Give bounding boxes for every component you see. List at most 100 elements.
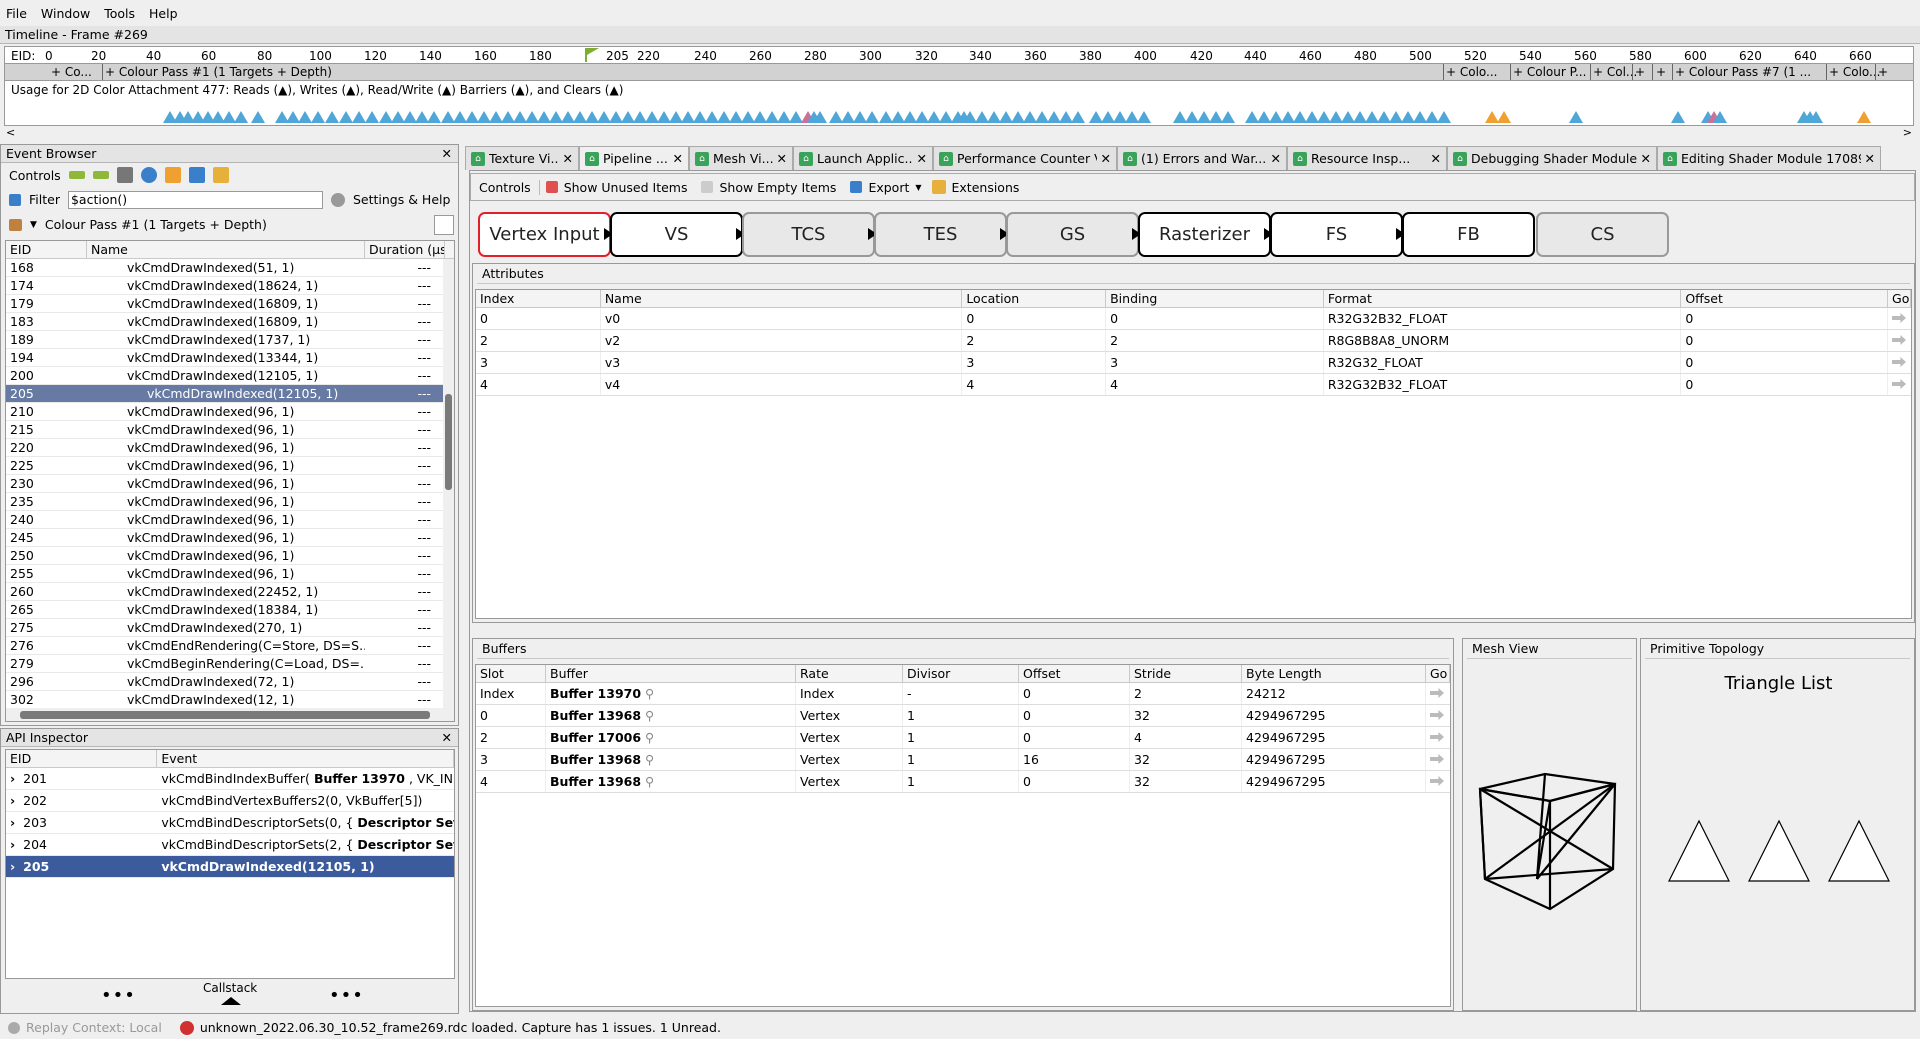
go-arrow-icon[interactable] bbox=[1892, 357, 1907, 367]
col-name[interactable]: Name bbox=[87, 241, 365, 258]
pass-label[interactable]: + Colo... bbox=[1446, 65, 1498, 79]
link-icon[interactable]: ⚲ bbox=[645, 730, 654, 745]
chevron-right-icon[interactable]: › bbox=[10, 771, 15, 786]
document-tab[interactable]: ⌂ Resource Insp... ✕ bbox=[1287, 146, 1447, 170]
buffer-col-header[interactable]: Buffer bbox=[546, 665, 796, 682]
stage-gs[interactable]: GS bbox=[1006, 212, 1139, 257]
go-arrow-icon[interactable] bbox=[1430, 776, 1444, 786]
attr-col-header[interactable]: Format bbox=[1324, 290, 1682, 307]
sun-icon[interactable] bbox=[164, 167, 181, 183]
table-row[interactable]: 225 vkCmdDrawIndexed(96, 1) --- bbox=[6, 457, 454, 475]
table-row[interactable]: 183 vkCmdDrawIndexed(16809, 1) --- bbox=[6, 313, 454, 331]
error-icon[interactable] bbox=[179, 1020, 194, 1035]
scroll-right-icon[interactable]: > bbox=[1903, 126, 1912, 139]
attr-col-header[interactable]: Go bbox=[1888, 290, 1911, 307]
attr-col-header[interactable]: Binding bbox=[1106, 290, 1324, 307]
table-row[interactable]: 279 vkCmdBeginRendering(C=Load, DS=... --- bbox=[6, 655, 454, 673]
document-tab[interactable]: ⌂ Texture Vi... ✕ bbox=[465, 146, 579, 170]
gear-icon[interactable] bbox=[330, 192, 345, 207]
table-row[interactable]: Index Buffer 13970 ⚲ Index - 0 2 24212 bbox=[476, 683, 1450, 705]
api-object-ref[interactable]: Descriptor Set bbox=[357, 837, 454, 852]
status-message[interactable]: unknown_2022.06.30_10.52_frame269.rdc lo… bbox=[200, 1020, 721, 1035]
go-arrow-icon[interactable] bbox=[1892, 313, 1907, 323]
event-table-vscroll[interactable] bbox=[443, 259, 454, 709]
table-row[interactable]: 230 vkCmdDrawIndexed(96, 1) --- bbox=[6, 475, 454, 493]
go-arrow-icon[interactable] bbox=[1430, 710, 1444, 720]
stage-fb[interactable]: FB bbox=[1402, 212, 1535, 257]
table-row[interactable]: 3 v3 3 3 R32G32_FLOAT 0 bbox=[476, 352, 1911, 374]
pass-label[interactable]: + bbox=[1878, 65, 1888, 79]
table-row[interactable]: 210 vkCmdDrawIndexed(96, 1) --- bbox=[6, 403, 454, 421]
stage-cs[interactable]: CS bbox=[1536, 212, 1669, 257]
buffer-col-header[interactable]: Stride bbox=[1130, 665, 1242, 682]
document-tab[interactable]: ⌂ Performance Counter Vi... ✕ bbox=[933, 146, 1117, 170]
table-row[interactable]: 276 vkCmdEndRendering(C=Store, DS=S... --- bbox=[6, 637, 454, 655]
go-arrow-icon[interactable] bbox=[1892, 379, 1907, 389]
show-unused-toggle[interactable]: Show Unused Items bbox=[564, 180, 688, 195]
go-arrow-icon[interactable] bbox=[1430, 732, 1444, 742]
close-icon[interactable]: ✕ bbox=[1865, 151, 1875, 166]
table-row[interactable]: 220 vkCmdDrawIndexed(96, 1) --- bbox=[6, 439, 454, 457]
export-button[interactable]: Export bbox=[868, 180, 909, 195]
stage-fs[interactable]: FS bbox=[1270, 212, 1403, 257]
pass-label[interactable]: + Col... bbox=[1593, 65, 1637, 79]
table-row[interactable]: 0 v0 0 0 R32G32B32_FLOAT 0 bbox=[476, 308, 1911, 330]
table-row[interactable]: 189 vkCmdDrawIndexed(1737, 1) --- bbox=[6, 331, 454, 349]
stage-vs[interactable]: VS bbox=[610, 212, 743, 257]
pass-label[interactable]: + Colour P... bbox=[1513, 65, 1586, 79]
timeline-pass-row[interactable]: + Co... + Colour Pass #1 (1 Targets + De… bbox=[4, 64, 1914, 80]
save-icon[interactable] bbox=[188, 167, 205, 183]
close-icon[interactable]: ✕ bbox=[1101, 151, 1111, 166]
link-icon[interactable]: ⚲ bbox=[645, 774, 654, 789]
callstack-toggle[interactable]: Callstack bbox=[203, 981, 257, 995]
api-object-ref[interactable]: Descriptor Set bbox=[357, 815, 454, 830]
settings-help-button[interactable]: Settings & Help bbox=[353, 192, 450, 207]
table-row[interactable]: 0 Buffer 13968 ⚲ Vertex 1 0 32 4294967295 bbox=[476, 705, 1450, 727]
menu-help[interactable]: Help bbox=[149, 6, 178, 21]
table-row[interactable]: 2 v2 2 2 R8G8B8A8_UNORM 0 bbox=[476, 330, 1911, 352]
attr-col-header[interactable]: Offset bbox=[1681, 290, 1889, 307]
table-row[interactable]: 174 vkCmdDrawIndexed(18624, 1) --- bbox=[6, 277, 454, 295]
buffer-col-header[interactable]: Slot bbox=[476, 665, 546, 682]
hscroll-thumb[interactable] bbox=[20, 711, 430, 719]
close-icon[interactable]: ✕ bbox=[1271, 151, 1281, 166]
close-icon[interactable]: ✕ bbox=[1641, 151, 1651, 166]
chevron-right-icon[interactable]: › bbox=[10, 859, 15, 874]
table-row[interactable]: 265 vkCmdDrawIndexed(18384, 1) --- bbox=[6, 601, 454, 619]
buffer-col-header[interactable]: Go bbox=[1426, 665, 1450, 682]
api-object-ref[interactable]: Buffer 13970 bbox=[314, 771, 405, 786]
table-row[interactable]: 205 vkCmdDrawIndexed(12105, 1) --- bbox=[6, 385, 454, 403]
more-icon[interactable]: ••• bbox=[329, 985, 364, 1006]
table-row[interactable]: 2 Buffer 17006 ⚲ Vertex 1 0 4 4294967295 bbox=[476, 727, 1450, 749]
table-row[interactable]: 194 vkCmdDrawIndexed(13344, 1) --- bbox=[6, 349, 454, 367]
more-icon[interactable]: ••• bbox=[101, 985, 136, 1006]
table-row[interactable]: 275 vkCmdDrawIndexed(270, 1) --- bbox=[6, 619, 454, 637]
table-row[interactable]: 215 vkCmdDrawIndexed(96, 1) --- bbox=[6, 421, 454, 439]
document-tab[interactable]: ⌂ Editing Shader Module 17089... ✕ bbox=[1657, 146, 1881, 170]
table-row[interactable]: 255 vkCmdDrawIndexed(96, 1) --- bbox=[6, 565, 454, 583]
table-row[interactable]: 245 vkCmdDrawIndexed(96, 1) --- bbox=[6, 529, 454, 547]
close-icon[interactable]: ✕ bbox=[1431, 151, 1441, 166]
document-tab[interactable]: ⌂ Debugging Shader Module 1... ✕ bbox=[1447, 146, 1657, 170]
table-row[interactable]: › 201 vkCmdBindIndexBuffer(Buffer 13970, V… bbox=[6, 768, 454, 790]
table-row[interactable]: 200 vkCmdDrawIndexed(12105, 1) --- bbox=[6, 367, 454, 385]
puzzle-icon[interactable] bbox=[212, 167, 229, 183]
table-row[interactable]: 260 vkCmdDrawIndexed(22452, 1) --- bbox=[6, 583, 454, 601]
table-row[interactable]: 179 vkCmdDrawIndexed(16809, 1) --- bbox=[6, 295, 454, 313]
document-tab[interactable]: ⌂ Mesh Vi... ✕ bbox=[689, 146, 793, 170]
timeline-eid-ruler[interactable]: EID: 0 20 40 60 80 100 120 140 160 180 205 220 240 26… bbox=[4, 46, 1914, 64]
table-row[interactable]: 250 vkCmdDrawIndexed(96, 1) --- bbox=[6, 547, 454, 565]
event-table-hscroll[interactable] bbox=[6, 708, 454, 721]
document-tab[interactable]: ⌂ Pipeline ... ✕ bbox=[579, 146, 689, 170]
col-duration[interactable]: Duration (µs bbox=[365, 241, 445, 258]
scroll-left-icon[interactable]: < bbox=[6, 126, 15, 139]
buffer-link[interactable]: Buffer 13970 ⚲ bbox=[546, 683, 796, 704]
table-row[interactable]: 240 vkCmdDrawIndexed(96, 1) --- bbox=[6, 511, 454, 529]
pass-label[interactable]: + bbox=[1656, 65, 1666, 79]
table-row[interactable]: 302 vkCmdDrawIndexed(12, 1) --- bbox=[6, 691, 454, 709]
timeline-scrollbar[interactable]: < > bbox=[4, 126, 1914, 139]
close-icon[interactable]: ✕ bbox=[917, 151, 927, 166]
buffer-link[interactable]: Buffer 13968 ⚲ bbox=[546, 705, 796, 726]
table-row[interactable]: › 204 vkCmdBindDescriptorSets(2, {Descript… bbox=[6, 834, 454, 856]
table-row[interactable]: › 202 vkCmdBindVertexBuffers2(0, VkBuffer[… bbox=[6, 790, 454, 812]
